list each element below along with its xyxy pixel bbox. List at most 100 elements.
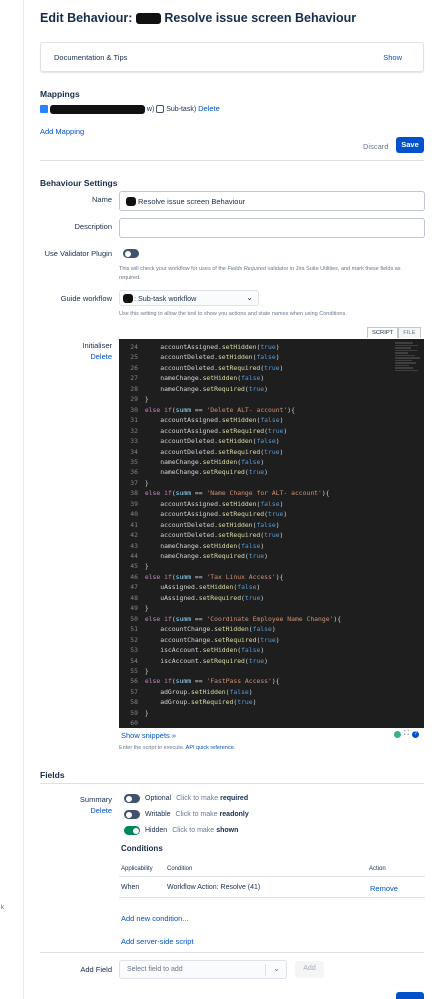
code-line: 56 else if(summ == 'FastPass Access'){ (130, 677, 280, 686)
add-server-script-link[interactable]: Add server-side script (121, 937, 194, 946)
fields-heading: Fields (40, 770, 65, 780)
code-line: 51 accountChange.setHidden(false) (130, 625, 276, 634)
code-line: 25 accountDeleted.setHidden(false) (130, 353, 280, 362)
mapping-delete-link[interactable]: Delete (198, 104, 220, 113)
condition-value: Workflow Action: Resolve (41) (167, 884, 261, 891)
documentation-panel: Documentation & Tips Show (40, 42, 424, 72)
condition-remove-link[interactable]: Remove (370, 884, 398, 893)
code-editor[interactable]: 24 accountAssigned.setHidden(true) 25 acc… (119, 339, 424, 728)
redacted-block (123, 294, 133, 303)
description-input[interactable] (119, 218, 425, 238)
code-line: 39 accountAssigned.setHidden(false) (130, 499, 284, 508)
hidden-toggle[interactable] (124, 826, 140, 835)
code-line: 50 else if(summ == 'Coordinate Employee … (130, 614, 342, 623)
code-line: 54 iscAccount.setRequired(true) (130, 656, 268, 665)
add-field-select[interactable]: Select field to add ⌄ (119, 960, 287, 979)
select-separator (265, 964, 266, 976)
code-line: 26 accountDeleted.setRequired(true) (130, 363, 284, 372)
field-name-label: Summary (79, 795, 112, 804)
tab-script[interactable]: SCRIPT (367, 327, 399, 338)
code-line: 38 else if(summ == 'Name Change for ALT-… (130, 489, 330, 498)
initialiser-help: Enter the script to execute. API quick r… (119, 745, 236, 751)
code-line: 59 } (130, 708, 149, 717)
show-snippets-link[interactable]: Show snippets » (121, 731, 176, 740)
code-line: 43 nameChange.setHidden(false) (130, 541, 265, 550)
documentation-label: Documentation & Tips (54, 53, 128, 62)
hidden-option: Hidden Click to make shown (124, 826, 238, 835)
chevron-down-icon: ⌄ (273, 964, 280, 973)
condition-when: When (121, 884, 140, 891)
field-delete-link[interactable]: Delete (40, 806, 112, 815)
code-line: 44 nameChange.setRequired(true) (130, 552, 268, 560)
project-icon (40, 105, 48, 114)
guide-workflow-select[interactable]: : Sub-task workflow ⌄ (119, 290, 259, 306)
guide-workflow-label: Guide workflow (60, 294, 112, 303)
redacted-block (135, 13, 161, 25)
add-field-label: Add Field (80, 965, 112, 974)
mapping-row: w) Sub-task) Delete (40, 104, 220, 114)
code-line: 35 nameChange.setHidden(false) (130, 457, 265, 466)
name-input[interactable]: Resolve issue screen Behaviour (119, 191, 425, 211)
page-title: Edit Behaviour: Resolve issue screen Beh… (40, 11, 357, 25)
double-chevron-down-icon: » (171, 731, 177, 740)
editor-status-icons: ⛶ ? (394, 730, 419, 738)
edit-behaviour-page: k Edit Behaviour: Resolve issue screen B… (0, 0, 439, 999)
col-applicability: Applicability (121, 866, 153, 872)
section-divider (40, 160, 424, 161)
optional-toggle[interactable] (124, 794, 140, 803)
tab-file[interactable]: FILE (398, 327, 421, 338)
fullscreen-icon[interactable]: ⛶ (404, 730, 409, 738)
script-file-tabs: SCRIPT FILE (367, 327, 421, 338)
validator-help: This will check your workflow for uses o… (119, 266, 401, 281)
table-divider (119, 876, 425, 877)
code-line: 30 else if(summ == 'Delete ALT- account'… (130, 405, 295, 414)
left-border (23, 0, 24, 999)
code-line: 48 uAssigned.setRequired(true) (130, 593, 265, 602)
add-field-button[interactable]: Add (295, 961, 324, 978)
code-line: 41 accountDeleted.setHidden(false) (130, 520, 280, 529)
table-divider (119, 897, 425, 898)
code-line: 60 (130, 719, 138, 728)
validator-toggle[interactable] (123, 249, 139, 258)
code-line: 33 accountDeleted.setHidden(false) (130, 437, 280, 446)
section-divider (40, 783, 424, 784)
add-mapping-link[interactable]: Add Mapping (40, 127, 84, 136)
code-line: 31 accountAssigned.setHidden(false) (130, 416, 284, 425)
code-line: 32 accountAssigned.setRequired(true) (130, 426, 288, 435)
discard-button[interactable]: Discard (363, 142, 388, 151)
subtask-icon (156, 105, 165, 114)
code-line: 57 adGroup.setHidden(false) (130, 687, 253, 696)
col-action: Action (369, 866, 386, 872)
description-label: Description (74, 222, 112, 231)
code-minimap[interactable] (395, 341, 421, 381)
initialiser-label: Initialiser (82, 341, 112, 350)
redacted-block (49, 104, 145, 114)
documentation-show-link[interactable]: Show (383, 53, 402, 62)
code-line: 27 nameChange.setHidden(false) (130, 374, 265, 383)
initialiser-delete-link[interactable]: Delete (40, 352, 112, 361)
code-line: 37 } (130, 478, 149, 487)
code-line: 55 } (130, 666, 149, 675)
section-divider (40, 952, 424, 953)
save-button[interactable]: Save (396, 137, 424, 153)
col-condition: Condition (167, 866, 193, 872)
code-line: 52 accountChange.setRequired(true) (130, 635, 280, 644)
code-line: 58 adGroup.setRequired(true) (130, 698, 257, 707)
writable-option: Writable Click to make readonly (124, 810, 249, 819)
code-line: 34 accountDeleted.setRequired(true) (130, 447, 284, 456)
name-label: Name (91, 195, 112, 204)
optional-option: Optional Click to make required (124, 794, 248, 803)
chevron-down-icon: ⌄ (246, 293, 253, 302)
add-condition-link[interactable]: Add new condition... (121, 914, 189, 923)
writable-toggle[interactable] (124, 810, 140, 819)
code-line: 29 } (130, 395, 149, 404)
help-icon[interactable]: ? (411, 730, 419, 738)
code-line: 24 accountAssigned.setHidden(true) (130, 343, 280, 351)
code-line: 40 accountAssigned.setRequired(true) (130, 510, 288, 519)
conditions-heading: Conditions (121, 844, 163, 853)
status-ok-icon (394, 730, 401, 738)
api-reference-link[interactable]: API quick reference. (186, 745, 236, 751)
code-line: 46 else if(summ == 'Tax Linux Access'){ (130, 572, 284, 581)
bottom-save-button[interactable] (396, 992, 424, 999)
left-margin-text: k (1, 905, 4, 911)
